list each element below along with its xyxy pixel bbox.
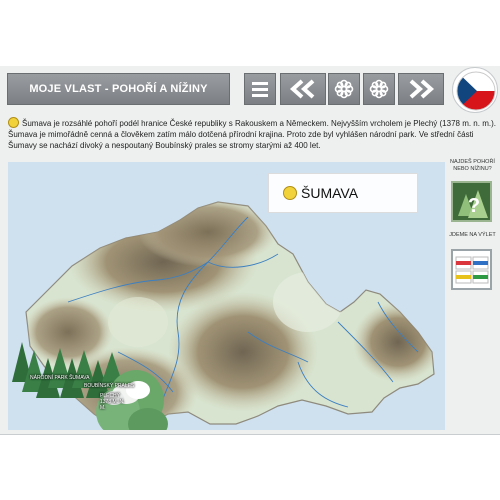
find-label: NAJDEŠ POHOŘÍ NEBO NÍŽINU? bbox=[450, 159, 495, 172]
menu-button[interactable] bbox=[244, 73, 276, 105]
flower-button-1[interactable] bbox=[328, 73, 360, 105]
menu-icon bbox=[252, 82, 268, 97]
place-label-plechy: PLECHÝ 1378 M. N. M. bbox=[100, 393, 125, 411]
smiley-icon bbox=[283, 186, 297, 200]
flower-icon bbox=[369, 79, 389, 99]
app-window: MOJE VLAST - POHOŘÍ A NÍŽINY Šumava je r… bbox=[0, 66, 500, 435]
place-label-boubin: BOUBÍNSKÝ PRALES bbox=[84, 383, 135, 389]
svg-text:?: ? bbox=[467, 195, 479, 217]
page-title: MOJE VLAST - POHOŘÍ A NÍŽINY bbox=[7, 73, 230, 105]
find-mountain-button[interactable]: ? bbox=[451, 181, 492, 222]
flower-icon bbox=[334, 79, 354, 99]
description-body: Šumava je rozsáhlé pohoří podél hranice … bbox=[8, 119, 496, 150]
mountain-callout: ŠUMAVA bbox=[268, 173, 418, 213]
previous-button[interactable] bbox=[280, 73, 326, 105]
trip-button[interactable] bbox=[451, 249, 492, 290]
flower-button-2[interactable] bbox=[363, 73, 395, 105]
czech-flag-icon bbox=[456, 71, 496, 111]
double-chevron-left-icon bbox=[289, 79, 315, 99]
trip-label: JDEME NA VÝLET bbox=[449, 232, 496, 238]
place-label-national-park: NÁRODNÍ PARK ŠUMAVA bbox=[30, 375, 90, 381]
top-margin bbox=[0, 0, 500, 66]
next-button[interactable] bbox=[398, 73, 444, 105]
callout-label: ŠUMAVA bbox=[301, 185, 359, 201]
double-chevron-right-icon bbox=[409, 79, 435, 99]
language-button[interactable] bbox=[452, 67, 498, 113]
smiley-icon bbox=[8, 117, 19, 128]
tree-question-icon: ? bbox=[457, 189, 488, 218]
trail-marks-icon bbox=[455, 256, 488, 283]
description-text: Šumava je rozsáhlé pohoří podél hranice … bbox=[8, 117, 496, 151]
